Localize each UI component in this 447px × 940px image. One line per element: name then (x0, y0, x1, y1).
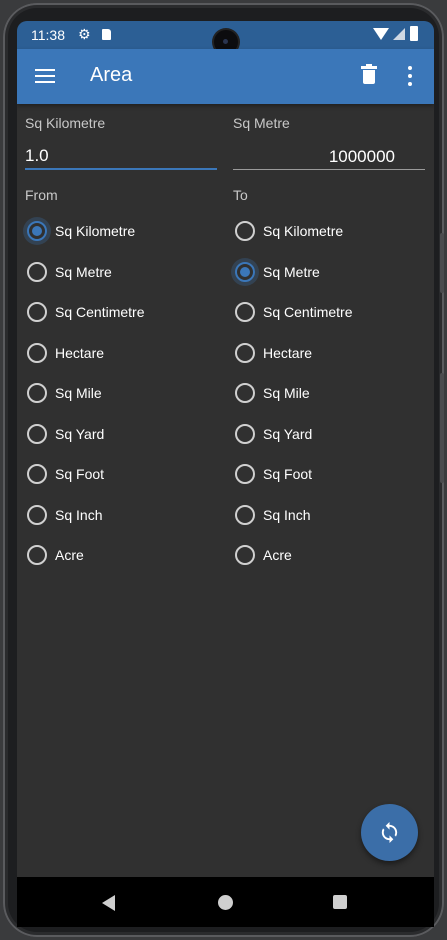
swap-button[interactable] (361, 804, 418, 861)
radio-label: Sq Metre (55, 263, 112, 280)
radio-button-icon[interactable] (27, 221, 47, 241)
device-frame: 11:38 ⚙ Area Sq Kilometre From (3, 3, 444, 937)
from-group-label: From (25, 187, 58, 203)
radio-button-icon[interactable] (235, 302, 255, 322)
home-icon[interactable] (218, 895, 233, 910)
radio-label: Sq Centimetre (55, 304, 145, 320)
from-option-sq-kilometre[interactable]: Sq Kilometre (27, 217, 217, 245)
radio-button-icon[interactable] (235, 342, 255, 363)
to-unit-label: Sq Metre (233, 115, 290, 131)
to-option-acre[interactable]: Acre (235, 541, 425, 569)
radio-label: Sq Yard (55, 425, 105, 442)
radio-label: Hectare (263, 344, 313, 361)
gear-icon: ⚙ (78, 26, 91, 42)
radio-label: Sq Inch (263, 506, 311, 523)
radio-button-icon[interactable] (27, 302, 47, 322)
radio-button-icon[interactable] (27, 423, 47, 444)
radio-button-icon[interactable] (27, 545, 47, 565)
trash-icon[interactable] (361, 64, 377, 85)
navigation-bar (17, 877, 434, 927)
wifi-icon (373, 28, 389, 40)
swap-icon (381, 821, 398, 844)
radio-button-icon[interactable] (235, 423, 255, 444)
recents-icon[interactable] (333, 895, 347, 909)
radio-button-icon[interactable] (235, 261, 255, 282)
to-option-sq-yard[interactable]: Sq Yard (235, 420, 425, 448)
from-option-acre[interactable]: Acre (27, 541, 217, 569)
from-option-sq-metre[interactable]: Sq Metre (27, 258, 217, 286)
from-unit-label: Sq Kilometre (25, 115, 106, 131)
from-option-sq-centimetre[interactable]: Sq Centimetre (27, 298, 217, 326)
radio-button-icon[interactable] (235, 221, 255, 241)
to-value-input[interactable] (233, 144, 425, 170)
radio-label: Sq Kilometre (55, 223, 136, 239)
from-option-sq-yard[interactable]: Sq Yard (27, 420, 217, 448)
radio-button-icon[interactable] (27, 504, 47, 525)
to-option-sq-kilometre[interactable]: Sq Kilometre (235, 217, 425, 245)
radio-button-icon[interactable] (235, 545, 255, 565)
radio-button-icon[interactable] (235, 504, 255, 525)
from-option-sq-foot[interactable]: Sq Foot (27, 460, 217, 488)
radio-label: Sq Mile (263, 385, 310, 401)
app-bar: Area (17, 49, 434, 104)
to-option-sq-inch[interactable]: Sq Inch (235, 501, 425, 529)
radio-label: Sq Centimetre (263, 304, 353, 320)
status-time: 11:38 (31, 27, 65, 43)
signal-icon (393, 28, 405, 40)
radio-label: Sq Kilometre (263, 223, 344, 239)
radio-label: Sq Inch (55, 506, 103, 523)
radio-button-icon[interactable] (235, 464, 255, 484)
to-option-sq-foot[interactable]: Sq Foot (235, 460, 425, 488)
battery-icon (410, 26, 418, 41)
to-option-hectare[interactable]: Hectare (235, 339, 425, 367)
from-value-input[interactable] (25, 144, 217, 170)
radio-button-icon[interactable] (27, 383, 47, 403)
radio-label: Sq Yard (263, 425, 313, 442)
from-option-sq-mile[interactable]: Sq Mile (27, 379, 217, 407)
back-icon[interactable] (102, 895, 115, 911)
more-vert-icon[interactable] (406, 66, 414, 86)
screen: 11:38 ⚙ Area Sq Kilometre From (17, 21, 434, 927)
menu-icon[interactable] (35, 69, 55, 83)
radio-button-icon[interactable] (27, 261, 47, 282)
radio-label: Hectare (55, 344, 105, 361)
radio-label: Sq Metre (263, 263, 320, 280)
radio-button-icon[interactable] (27, 342, 47, 363)
radio-label: Sq Mile (55, 385, 102, 401)
sd-card-icon (102, 29, 111, 40)
radio-button-icon[interactable] (27, 464, 47, 484)
from-option-hectare[interactable]: Hectare (27, 339, 217, 367)
from-option-sq-inch[interactable]: Sq Inch (27, 501, 217, 529)
radio-label: Acre (55, 547, 84, 563)
to-option-sq-metre[interactable]: Sq Metre (235, 258, 425, 286)
radio-button-icon[interactable] (235, 383, 255, 403)
power-button (440, 233, 444, 293)
volume-button (440, 373, 444, 483)
to-option-sq-centimetre[interactable]: Sq Centimetre (235, 298, 425, 326)
to-group-label: To (233, 187, 248, 203)
radio-label: Sq Foot (263, 466, 313, 482)
to-option-sq-mile[interactable]: Sq Mile (235, 379, 425, 407)
radio-label: Acre (263, 547, 292, 563)
radio-label: Sq Foot (55, 466, 105, 482)
page-title: Area (90, 64, 133, 86)
